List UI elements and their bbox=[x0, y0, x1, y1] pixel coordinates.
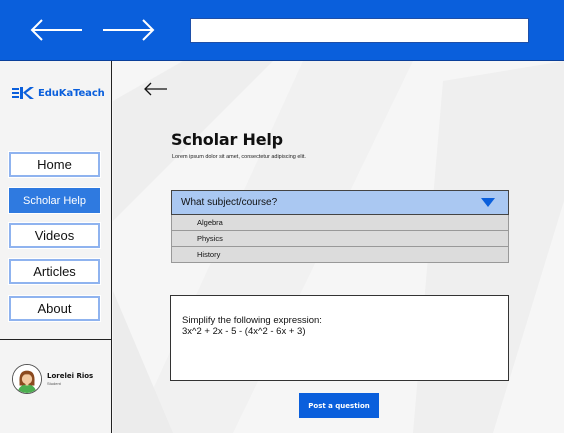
post-question-button[interactable]: Post a question bbox=[299, 393, 379, 418]
sidebar-item-videos[interactable]: Videos bbox=[8, 222, 101, 249]
subject-select-label: What subject/course? bbox=[181, 197, 278, 208]
user-name: Lorelei Rios bbox=[47, 372, 94, 380]
sidebar-item-scholar-help[interactable]: Scholar Help bbox=[8, 187, 101, 214]
sidebar-item-about[interactable]: About bbox=[8, 295, 101, 322]
edukateach-logo-icon bbox=[12, 87, 34, 99]
user-role: Student bbox=[47, 381, 61, 386]
sidebar-divider bbox=[0, 339, 111, 340]
main-content: Scholar Help Lorem ipsum dolor sit amet,… bbox=[113, 61, 564, 433]
sidebar-item-home[interactable]: Home bbox=[8, 151, 101, 178]
logo[interactable]: EduKaTeach bbox=[12, 86, 105, 100]
browser-toolbar bbox=[0, 0, 564, 61]
user-profile[interactable]: Lorelei Rios Student bbox=[12, 364, 93, 394]
back-arrow-icon[interactable] bbox=[144, 81, 168, 97]
subject-option-physics[interactable]: Physics bbox=[171, 231, 509, 247]
subject-option-algebra[interactable]: Algebra bbox=[171, 215, 509, 231]
page-title: Scholar Help bbox=[171, 130, 283, 149]
subject-options-list: Algebra Physics History bbox=[171, 215, 509, 263]
sidebar: EduKaTeach Home Scholar Help Videos Arti… bbox=[0, 61, 112, 433]
sidebar-item-articles[interactable]: Articles bbox=[8, 258, 101, 285]
triangle-down-icon[interactable] bbox=[481, 198, 495, 207]
page-subtitle: Lorem ipsum dolor sit amet, consectetur … bbox=[172, 154, 306, 160]
subject-select[interactable]: What subject/course? bbox=[171, 190, 509, 215]
subject-option-history[interactable]: History bbox=[171, 247, 509, 263]
address-bar-input[interactable] bbox=[190, 18, 529, 43]
user-avatar-icon bbox=[12, 364, 42, 394]
browser-forward-arrow-icon[interactable] bbox=[101, 17, 157, 43]
logo-text: EduKaTeach bbox=[38, 87, 105, 99]
question-input[interactable]: Simplify the following expression: 3x^2 … bbox=[170, 295, 509, 381]
browser-back-arrow-icon[interactable] bbox=[28, 17, 84, 43]
